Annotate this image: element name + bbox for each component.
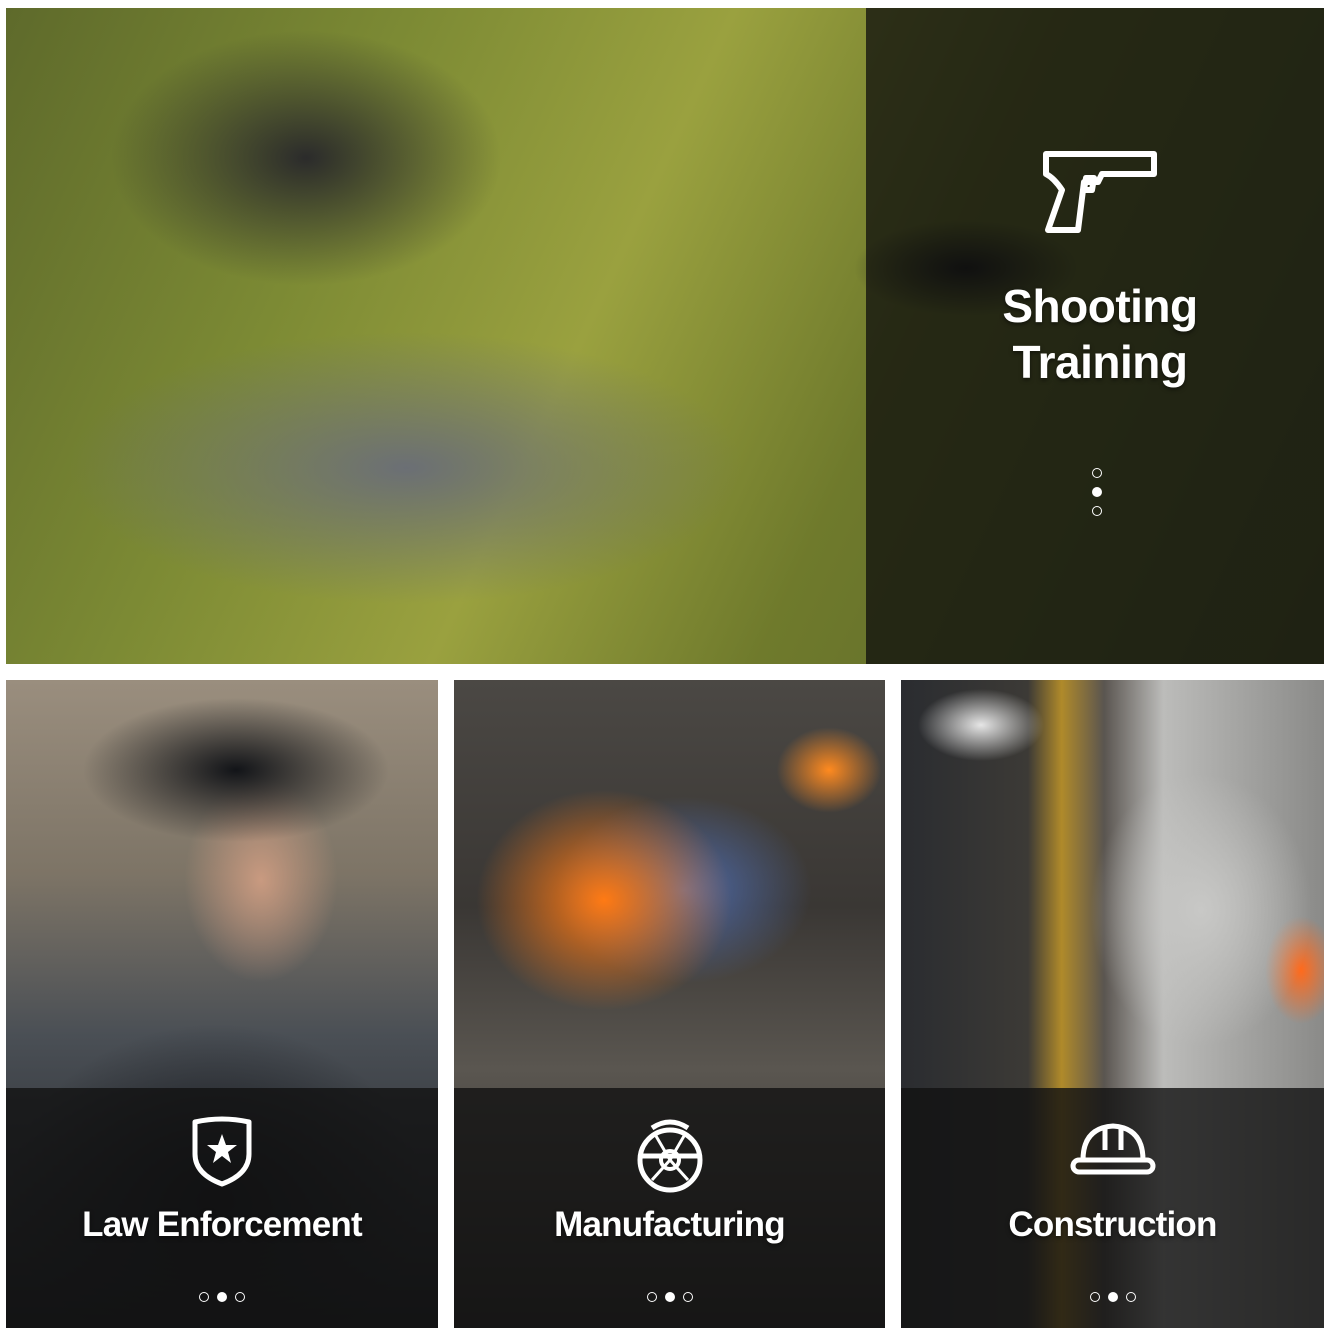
card-pagination-dots <box>6 1292 438 1302</box>
hero-title-line-1: Shooting <box>1002 280 1198 332</box>
pistol-icon <box>1043 151 1157 233</box>
pagination-dot[interactable] <box>1092 506 1102 516</box>
pagination-dot-active[interactable] <box>1107 1292 1118 1302</box>
hero-pagination-dots <box>1092 468 1106 525</box>
pagination-dot[interactable] <box>1089 1292 1100 1302</box>
pagination-dot[interactable] <box>199 1292 209 1302</box>
card-law-enforcement[interactable]: Law Enforcement <box>6 680 438 1328</box>
pagination-dot[interactable] <box>646 1292 657 1302</box>
pagination-dot-active[interactable] <box>217 1292 227 1302</box>
pagination-dot[interactable] <box>682 1292 693 1302</box>
card-construction[interactable]: Construction <box>901 680 1324 1328</box>
hero-title: Shooting Training <box>960 278 1240 390</box>
pagination-dot[interactable] <box>235 1292 245 1302</box>
pagination-dot[interactable] <box>1125 1292 1136 1302</box>
card-title: Construction <box>1008 1205 1217 1244</box>
card-pagination-dots <box>454 1292 885 1302</box>
card-title: Manufacturing <box>554 1205 786 1244</box>
card-pagination-dots <box>901 1292 1324 1302</box>
pagination-dot-active[interactable] <box>1092 487 1102 497</box>
card-manufacturing[interactable]: Manufacturing <box>454 680 885 1328</box>
circular-saw-blade-icon <box>637 1119 702 1193</box>
pagination-dot[interactable] <box>1092 468 1102 478</box>
card-title: Law Enforcement <box>82 1205 363 1244</box>
hard-hat-icon <box>1070 1123 1155 1175</box>
hero-title-line-2: Training <box>1012 336 1188 388</box>
pagination-dot-active[interactable] <box>664 1292 675 1302</box>
police-badge-star-icon <box>192 1116 252 1187</box>
